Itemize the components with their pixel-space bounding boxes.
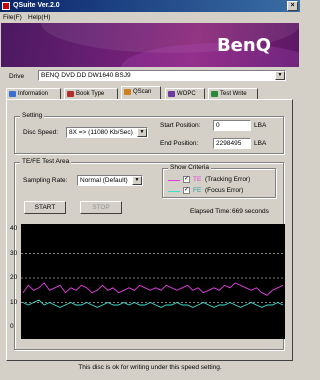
write-icon [211,91,218,97]
disc-icon [168,91,175,97]
tab-wopc[interactable]: WOPC [165,88,205,99]
y-tick-label: 10 [10,298,18,306]
tab-book-type[interactable]: Book Type [64,88,118,99]
book-icon [67,91,74,97]
start-position-label: Start Position: [160,122,201,129]
menu-bar: File(F) Help(H) [0,12,300,23]
y-tick-label: 40 [10,225,18,232]
sampling-rate-select[interactable]: Normal (Default) ▼ [77,175,143,186]
window-title: QSuite Ver.2.0 [13,2,60,9]
test-area-title: TE/FE Test Area [20,158,72,166]
te-legend-swatch [168,180,180,181]
end-position-label: End Position: [160,140,199,147]
status-message: This disc is ok for writing under this s… [78,364,222,371]
menu-help[interactable]: Help(H) [28,13,50,22]
start-button[interactable]: START [24,201,66,214]
disc-speed-value: 8X => (11080 Kb/Sec) [69,129,133,136]
elapsed-time-label: Elapsed Time: [190,208,232,215]
benq-logo: BenQ [216,35,271,56]
chevron-down-icon[interactable]: ▼ [132,176,142,185]
te-description: (Tracking Error) [205,176,251,183]
disc-speed-label: Disc Speed: [23,129,59,136]
title-bar: QSuite Ver.2.0 × [0,0,300,12]
y-tick-label: 0 [10,323,14,330]
te-series-line [22,282,284,296]
fe-legend-swatch [168,191,180,192]
te-label: TE [193,176,202,183]
setting-title: Setting [20,112,45,120]
end-unit: LBA [254,140,267,147]
tab-label: Book Type [76,91,105,97]
sampling-rate-label: Sampling Rate: [23,177,68,184]
tab-label: Information [18,91,49,97]
tab-information[interactable]: Information [6,88,61,99]
y-tick-label: 30 [10,249,18,257]
disc-speed-select[interactable]: 8X => (11080 Kb/Sec) ▼ [66,127,148,138]
app-icon [2,2,10,10]
brand-banner: BenQ [1,23,299,67]
chevron-down-icon[interactable]: ▼ [137,128,147,137]
fe-series-line [22,299,284,308]
sampling-rate-value: Normal (Default) [80,177,128,184]
end-position-input[interactable]: 2298495 [213,138,251,149]
te-checkbox[interactable]: ✓ [183,176,190,183]
fe-checkbox[interactable]: ✓ [183,187,190,194]
tab-strip: Information Book Type QScan WOPC Test Wr… [6,86,296,99]
close-button[interactable]: × [287,1,298,11]
drive-value: BENQ DVD DD DW1640 BSJ9 [41,72,131,79]
tab-qscan[interactable]: QScan [121,86,161,99]
elapsed-time-value: 669 seconds [232,208,269,215]
tab-label: QScan [133,89,152,95]
tab-label: WOPC [177,91,196,97]
menu-file[interactable]: File(F) [3,13,22,22]
drive-label: Drive [9,73,25,80]
start-unit: LBA [254,122,267,129]
tab-test-write[interactable]: Test Write [208,88,258,99]
scan-icon [124,89,131,95]
start-position-input[interactable]: 0 [213,120,251,131]
chart-svg [21,253,285,308]
stop-button[interactable]: STOP [80,201,122,214]
te-fe-chart [21,224,285,339]
fe-description: (Focus Error) [205,187,244,194]
fe-label: FE [193,187,202,194]
show-criteria-title: Show Criteria [168,164,212,172]
tab-label: Test Write [220,91,247,97]
info-icon [9,91,16,97]
chevron-down-icon[interactable]: ▼ [275,71,285,80]
drive-select[interactable]: BENQ DVD DD DW1640 BSJ9 ▼ [38,70,286,81]
y-tick-label: 20 [10,274,18,281]
